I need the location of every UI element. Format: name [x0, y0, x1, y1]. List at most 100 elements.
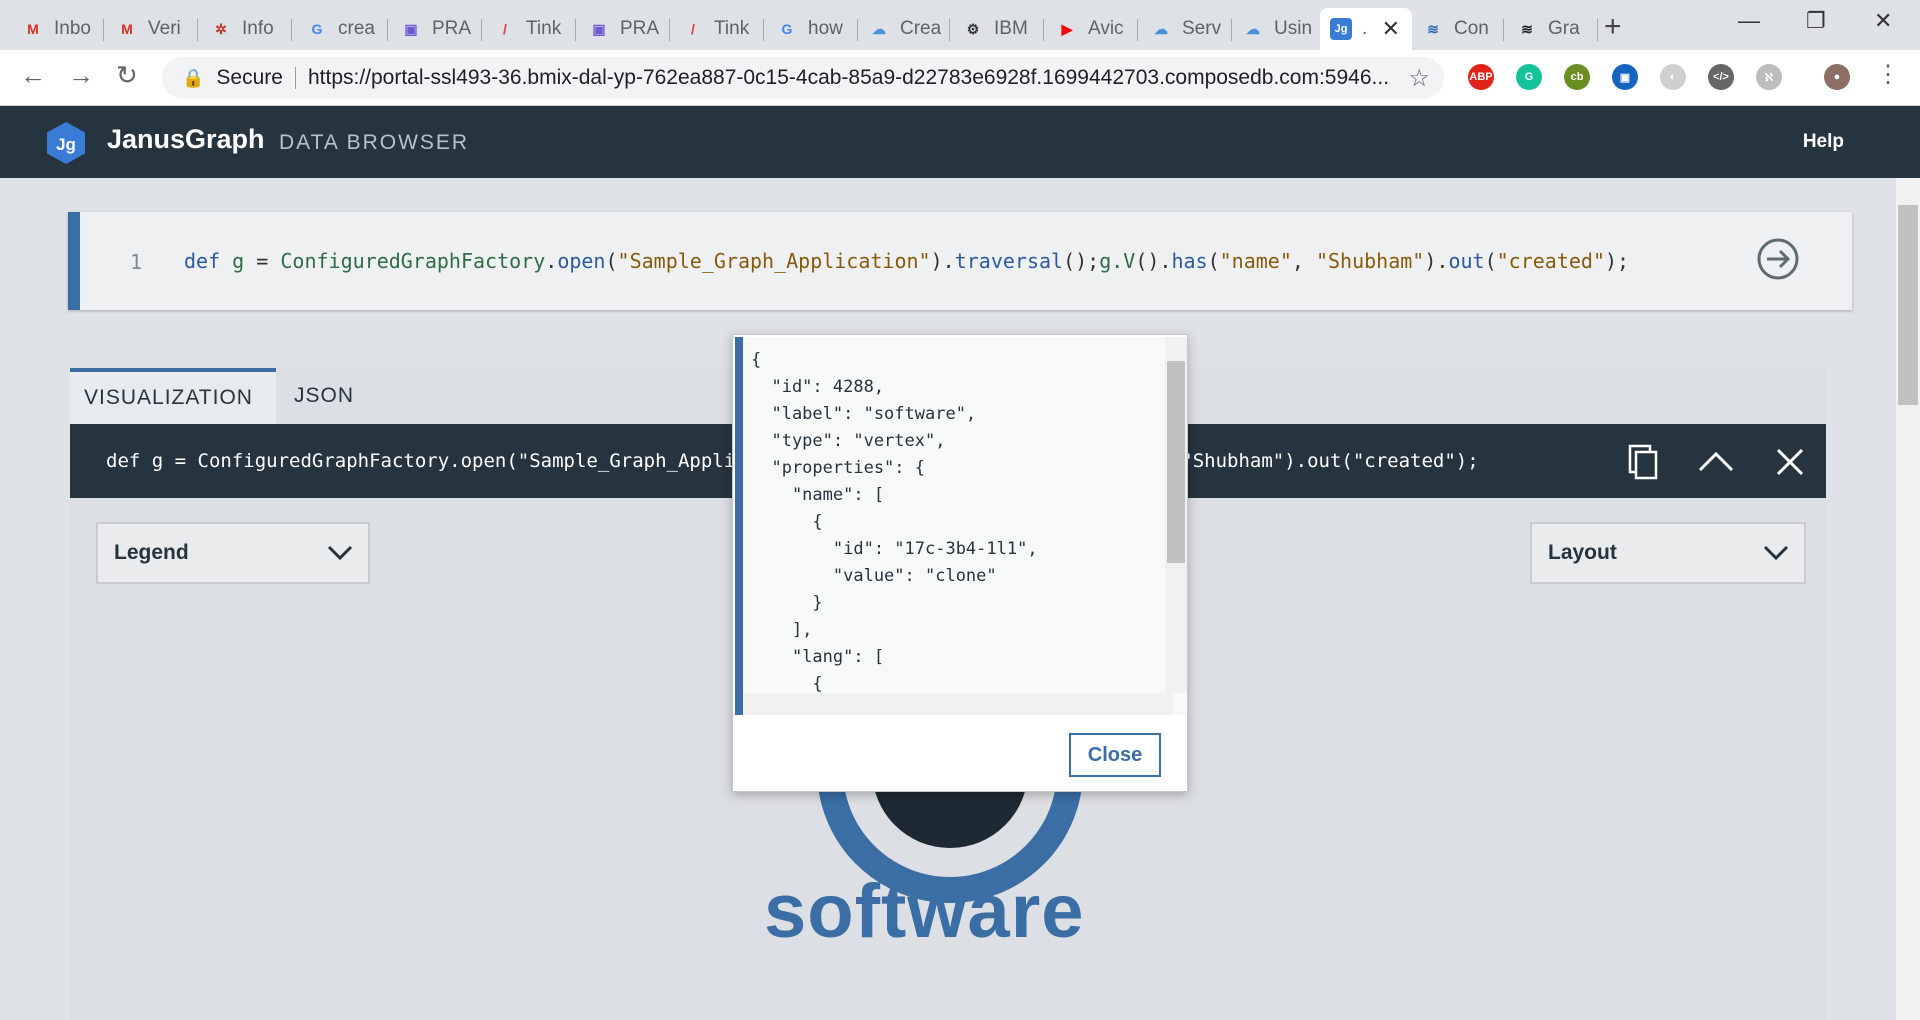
browser-menu-icon[interactable]: ⋮ — [1876, 60, 1900, 89]
json-line: "name": [ — [751, 485, 885, 505]
close-window-icon[interactable]: ✕ — [1874, 8, 1892, 34]
browser-tab-label: Tink — [526, 18, 562, 39]
close-result-icon[interactable] — [1770, 442, 1810, 482]
json-line: "label": "software", — [751, 404, 977, 424]
close-tab-icon[interactable]: ✕ — [1382, 16, 1400, 42]
tab-separator — [197, 19, 198, 41]
help-link[interactable]: Help — [1803, 131, 1844, 153]
graph-icon: ≋ — [1521, 20, 1533, 37]
gear-red-icon: ✲ — [215, 20, 227, 37]
browser-tab-label: Veri — [148, 18, 181, 39]
bookmark-star-icon[interactable]: ☆ — [1408, 64, 1430, 93]
tab-separator — [669, 19, 670, 41]
page-scrollbar-thumb[interactable] — [1898, 205, 1918, 405]
run-query-arrow-icon[interactable] — [1756, 237, 1800, 281]
json-line: "id": "17c-3b4-1l1", — [751, 539, 1038, 559]
browser-tab[interactable]: ≋ Con — [1412, 8, 1504, 50]
cb-icon[interactable]: cb — [1564, 64, 1590, 90]
browser-tab[interactable]: ≋ Gra — [1506, 8, 1598, 50]
browser-tab[interactable]: ▣ PRA — [578, 8, 670, 50]
browser-tab[interactable]: ☁ Usin — [1232, 8, 1324, 50]
json-horizontal-scrollbar[interactable] — [743, 693, 1173, 715]
gmail-icon: M — [27, 21, 39, 37]
json-line: } — [751, 593, 823, 613]
copy-icon[interactable] — [1622, 442, 1662, 482]
logo-text: Jg — [56, 135, 76, 154]
tab-separator — [1043, 19, 1044, 41]
browser-tab[interactable]: ☁ Crea — [858, 8, 950, 50]
cloud-icon: ☁ — [872, 20, 886, 37]
browser-tab-label: Usin — [1274, 18, 1313, 39]
browser-tab-label: IBM — [994, 18, 1028, 39]
code-icon[interactable]: </> — [1708, 64, 1734, 90]
legend-dropdown[interactable]: Legend — [96, 522, 370, 584]
pen-icon: / — [691, 21, 695, 37]
reload-icon[interactable]: ↻ — [116, 60, 138, 91]
puzzle-icon[interactable]: ℵ — [1756, 64, 1782, 90]
browser-tab[interactable]: / Tink — [672, 8, 764, 50]
app-subtitle: DATA BROWSER — [279, 131, 470, 154]
browser-tab[interactable]: Gcrea — [296, 8, 388, 50]
browser-tab[interactable]: M Inbo — [12, 8, 104, 50]
forward-icon[interactable]: → — [68, 60, 94, 91]
close-button[interactable]: Close — [1069, 733, 1161, 777]
browser-tab[interactable]: ☁ Serv — [1140, 8, 1232, 50]
tab-separator — [481, 19, 482, 41]
adblock-icon[interactable]: ABP — [1468, 64, 1494, 90]
bee-icon: ⚙ — [966, 20, 980, 37]
browser-tab-strip: M Inbo M Veri ✲ Info Gcrea ▣ PRA / Tink ▣ PRA / Tink Gh… — [0, 0, 1920, 50]
tab-separator — [291, 19, 292, 41]
browser-tab-label: PRA — [432, 18, 472, 39]
json-scrollbar-thumb[interactable] — [1167, 361, 1185, 563]
back-icon[interactable]: ← — [20, 60, 46, 91]
json-line: "id": 4288, — [751, 377, 885, 397]
google-icon: G — [781, 21, 793, 37]
tab-separator — [1137, 19, 1138, 41]
train-icon[interactable]: ▣ — [1612, 64, 1638, 90]
browser-tab-label: how — [808, 18, 843, 39]
secure-label: Secure — [216, 66, 283, 89]
legend-label: Legend — [114, 541, 189, 564]
json-vertical-scrollbar[interactable] — [1165, 337, 1187, 693]
browser-tab[interactable]: M Veri — [106, 8, 198, 50]
browser-tab-label: Gra — [1548, 18, 1580, 39]
maximize-icon[interactable]: ❐ — [1806, 8, 1826, 34]
browser-tab[interactable]: ✲ Info — [200, 8, 292, 50]
layout-dropdown[interactable]: Layout — [1530, 522, 1806, 584]
tab-separator — [103, 19, 104, 41]
browser-tab-label: Con — [1454, 18, 1489, 39]
browser-tab[interactable]: ⚙ IBM — [952, 8, 1044, 50]
url-text[interactable]: https://portal-ssl493-36.bmix-dal-yp-762… — [308, 66, 1389, 90]
new-tab-button[interactable]: + — [1604, 10, 1622, 44]
layout-label: Layout — [1548, 541, 1617, 564]
line-number: 1 — [130, 250, 143, 274]
profile-avatar[interactable]: ● — [1824, 64, 1850, 90]
graph-node-label: software — [764, 869, 1085, 954]
collapse-chevron-up-icon[interactable] — [1696, 442, 1736, 482]
browser-tab[interactable]: Jg. ✕ — [1320, 8, 1412, 50]
tab-separator — [949, 19, 950, 41]
json-viewer[interactable]: { "id": 4288, "label": "software", "type… — [735, 337, 1187, 715]
query-code[interactable]: def g = ConfiguredGraphFactory.open("Sam… — [184, 249, 1629, 273]
browser-tab[interactable]: Ghow — [766, 8, 858, 50]
query-editor[interactable]: 1 def g = ConfiguredGraphFactory.open("S… — [68, 212, 1852, 310]
browser-tab[interactable]: ▣ PRA — [390, 8, 482, 50]
grammarly-icon[interactable]: G — [1516, 64, 1542, 90]
browser-tab-label: Crea — [900, 18, 942, 39]
circle-ext-icon[interactable]: ◐ — [1660, 64, 1686, 90]
json-text: { "id": 4288, "label": "software", "type… — [751, 347, 1038, 698]
browser-tab[interactable]: / Tink — [484, 8, 576, 50]
tab-separator — [1597, 19, 1598, 41]
tab-visualization[interactable]: VISUALIZATION — [70, 368, 276, 424]
browser-tab-label: Inbo — [54, 18, 91, 39]
chevron-down-icon — [327, 545, 353, 561]
tab-json[interactable]: JSON — [280, 368, 368, 424]
janusgraph-icon: Jg — [1330, 18, 1352, 40]
json-line: ], — [751, 620, 813, 640]
browser-tab-label: crea — [338, 18, 375, 39]
minimize-icon[interactable]: — — [1738, 8, 1760, 34]
json-line: { — [751, 350, 762, 370]
cloud-icon: ☁ — [1154, 20, 1168, 37]
browser-tab[interactable]: ▶ Avic — [1046, 8, 1138, 50]
address-bar[interactable]: 🔒 Secure https://portal-ssl493-36.bmix-d… — [162, 57, 1444, 99]
